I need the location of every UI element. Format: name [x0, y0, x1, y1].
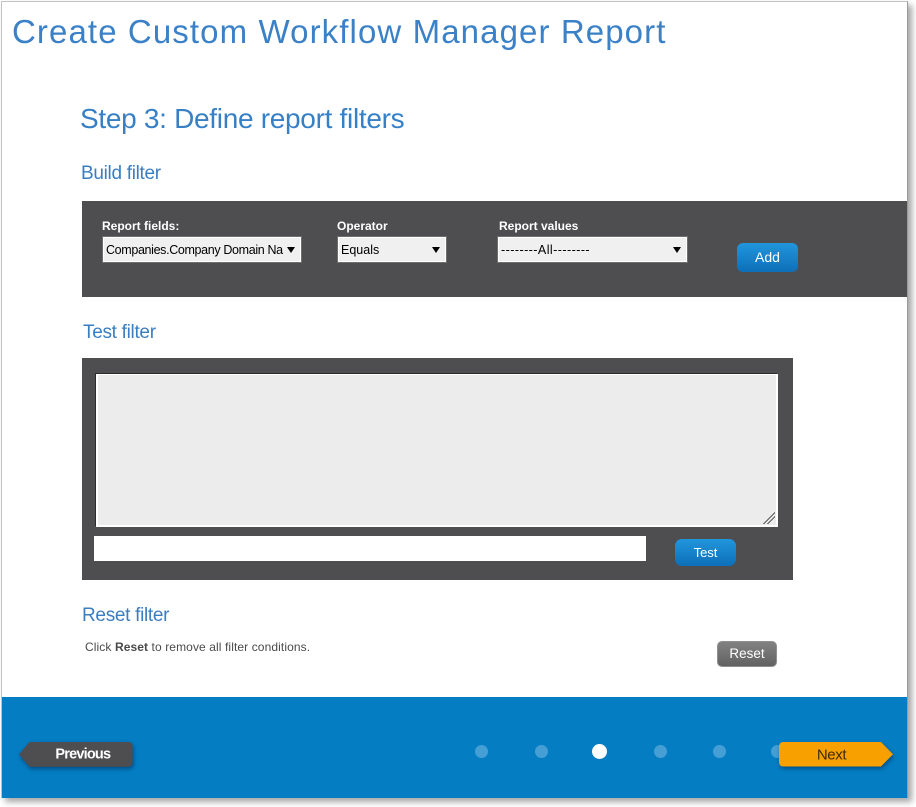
svg-text:Next: Next	[817, 746, 847, 763]
svg-text:Previous: Previous	[55, 746, 111, 762]
